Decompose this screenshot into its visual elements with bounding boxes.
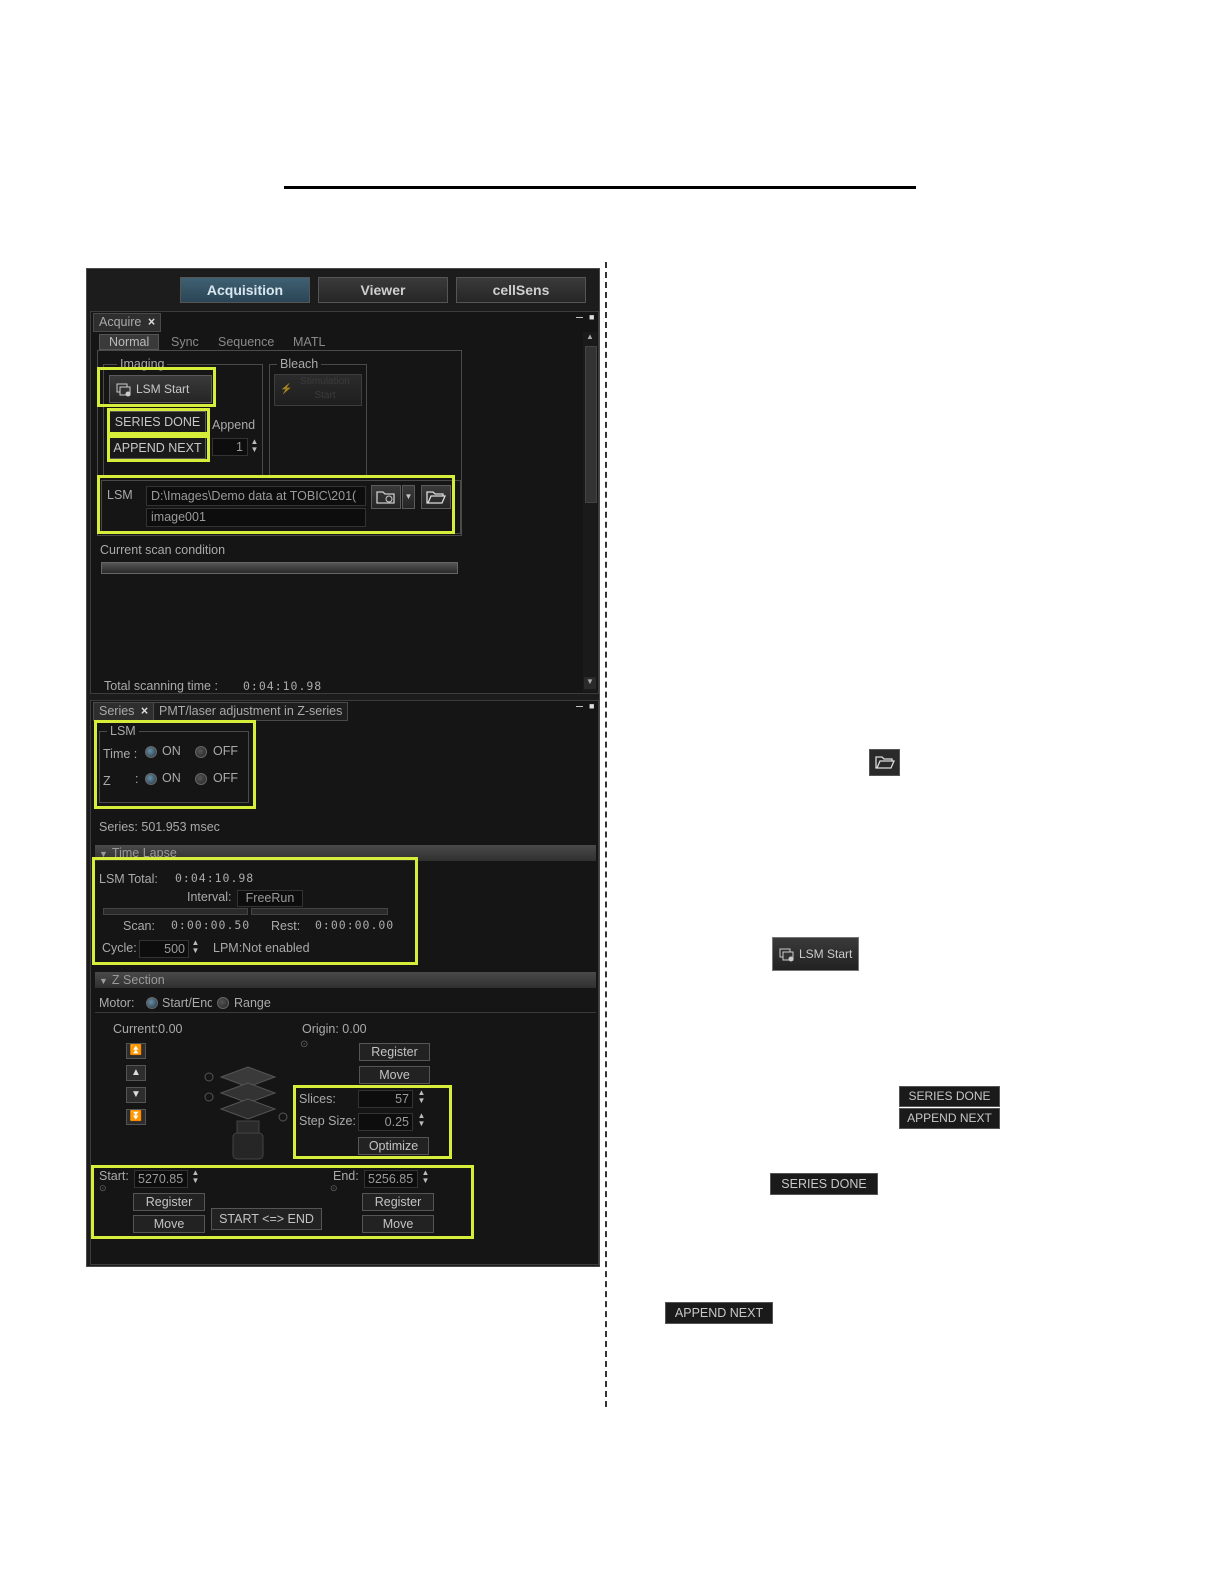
scroll-thumb[interactable] [585, 346, 597, 503]
close-icon[interactable]: × [148, 315, 155, 329]
scan-condition-bar [101, 562, 458, 574]
tab-cellsens[interactable]: cellSens [456, 277, 586, 303]
highlight-series-done [107, 408, 210, 435]
series-done-sample-2: SERIES DONE [770, 1173, 878, 1195]
motor-label: Motor: [99, 996, 135, 1010]
fast-up-icon[interactable]: ⏫ [126, 1043, 146, 1059]
highlight-lsm-file [97, 475, 455, 534]
tab-pmt-laser-adjustment[interactable]: PMT/laser adjustment in Z-series [153, 702, 349, 721]
minimize-icon[interactable]: – [576, 310, 583, 324]
folder-open-icon [874, 756, 895, 769]
append-next-sample-1: APPEND NEXT [899, 1108, 1000, 1129]
fast-down-icon[interactable]: ⏬ [126, 1109, 146, 1125]
close-icon[interactable]: × [141, 704, 148, 718]
origin-move-button[interactable]: Move [359, 1066, 430, 1084]
z-section-header[interactable]: ▼ Z Section [95, 972, 596, 988]
scroll-down-icon[interactable]: ▼ [584, 677, 596, 689]
stimulation-start-label: Stimulation Start [300, 376, 350, 401]
subtab-matl[interactable]: MATL [293, 335, 325, 349]
total-scanning-time-value: 0:04:10.98 [243, 679, 323, 693]
highlight-time-lapse [92, 857, 418, 965]
origin-marker-icon: ⊙ [300, 1039, 309, 1050]
z-section-rule [95, 1012, 596, 1013]
tab-viewer[interactable]: Viewer [318, 277, 448, 303]
start-end-label: Start/End [162, 996, 212, 1010]
origin-register-button[interactable]: Register [359, 1043, 430, 1061]
objective-stage-icon [204, 1066, 288, 1160]
maximize-icon[interactable]: ■ [589, 312, 594, 322]
current-position-label: Current:0.00 [113, 1022, 183, 1036]
append-spinner[interactable]: ▲ ▼ [250, 438, 259, 456]
z-section-title: Z Section [111, 973, 165, 987]
series-time-info: Series: 501.953 msec [99, 820, 220, 834]
highlight-start-end [91, 1165, 474, 1239]
range-label: Range [234, 996, 271, 1010]
scroll-up-icon[interactable]: ▲ [584, 332, 596, 344]
highlight-lsm-dimension [94, 720, 256, 809]
stimulation-start-button[interactable]: ⚡ Stimulation Start [274, 374, 362, 406]
subtab-sync[interactable]: Sync [171, 335, 199, 349]
step-up-icon[interactable]: ▲ [126, 1065, 146, 1081]
start-end-radio[interactable] [146, 997, 158, 1009]
step-down-icon[interactable]: ▼ [126, 1087, 146, 1103]
subtab-sequence[interactable]: Sequence [218, 335, 274, 349]
highlight-z-slices [293, 1085, 452, 1159]
lsm-start-icon [779, 948, 794, 962]
series-pane-tab[interactable]: Series × [93, 702, 155, 721]
acquire-pane-title: Acquire [99, 315, 142, 329]
current-scan-condition-label: Current scan condition [100, 543, 226, 557]
highlight-lsm-start [97, 367, 216, 407]
acquire-pane-tab[interactable]: Acquire × [93, 313, 162, 332]
folder-open-icon-sample [869, 749, 900, 776]
append-label: Append [212, 418, 256, 432]
series-done-sample-1: SERIES DONE [899, 1086, 1000, 1107]
append-count-field[interactable]: 1 [212, 438, 248, 456]
column-divider [605, 262, 607, 1407]
lsm-start-sample-label: LSM Start [799, 947, 853, 961]
highlight-append-next [107, 435, 210, 462]
minimize-icon[interactable]: – [576, 699, 583, 713]
stimulation-icon: ⚡ [280, 384, 293, 395]
subtab-normal[interactable]: Normal [99, 334, 160, 350]
lsm-start-button-sample: LSM Start [772, 937, 859, 971]
fluoview-panel: Acquisition Viewer cellSens Acquire × – … [86, 268, 600, 1267]
series-pane-title: Series [99, 704, 135, 718]
append-next-sample-2: APPEND NEXT [665, 1302, 773, 1324]
acquire-scrollbar[interactable]: ▲ ▼ [583, 332, 597, 692]
origin-label: Origin: 0.00 [302, 1022, 367, 1036]
total-scanning-time-label: Total scanning time : [104, 679, 218, 693]
maximize-icon[interactable]: ■ [589, 701, 594, 711]
tab-acquisition[interactable]: Acquisition [180, 277, 310, 303]
bleach-label: Bleach [277, 357, 322, 371]
collapse-triangle-icon: ▼ [99, 976, 108, 986]
range-radio[interactable] [217, 997, 229, 1009]
title-rule [284, 186, 916, 189]
